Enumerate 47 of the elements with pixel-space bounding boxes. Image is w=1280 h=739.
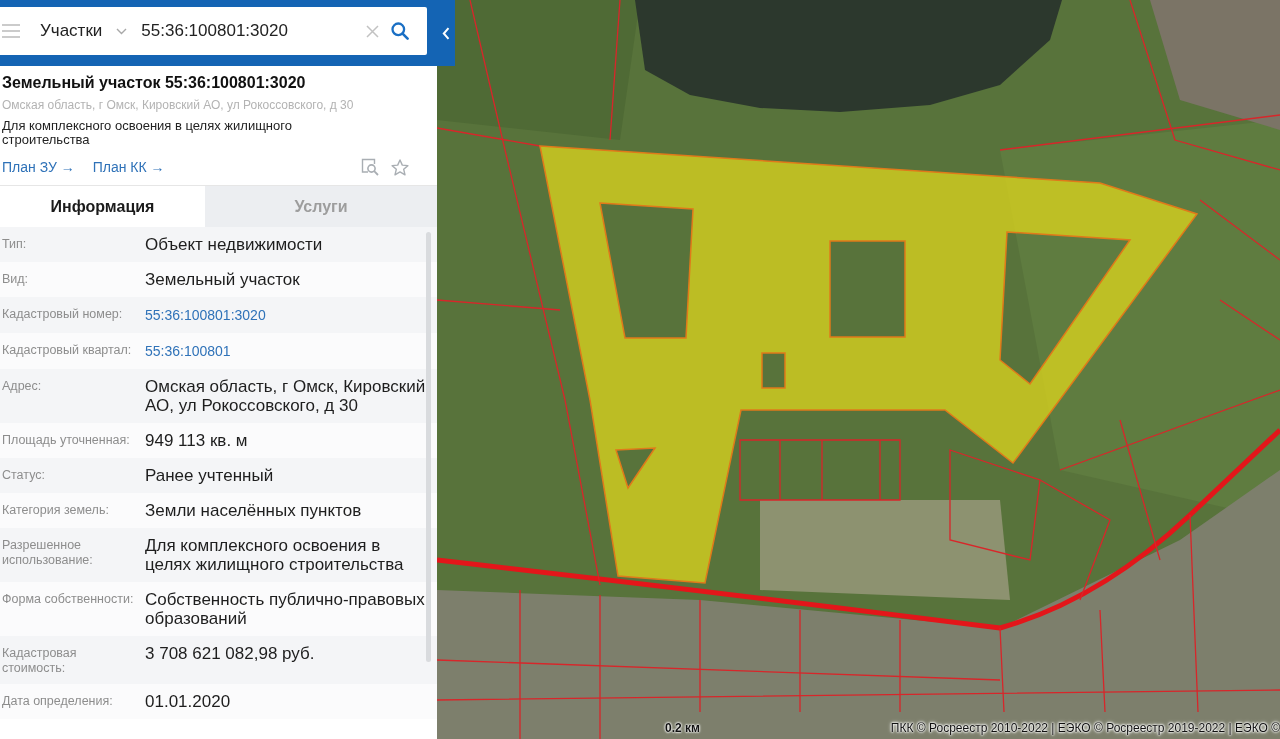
- field-value: Омская область, г Омск, Кировский АО, ул Рокоссовского, д 30: [145, 377, 426, 415]
- field-value: 3 708 621 082,98 руб.: [145, 644, 315, 663]
- field-value: Земли населённых пунктов: [145, 501, 362, 520]
- plan-link[interactable]: План ЗУ →: [2, 156, 75, 178]
- field-label: Вид:: [2, 271, 30, 288]
- search-button[interactable]: [391, 22, 409, 40]
- field-label: Адрес:: [2, 378, 43, 395]
- field-label: Разрешенное использование:: [2, 537, 94, 569]
- field-value: Собственность публично-правовых образований: [145, 590, 425, 628]
- cadastral-number-link[interactable]: 55:36:100801: [145, 343, 231, 359]
- field-label: Тип:: [2, 236, 28, 253]
- field-label: Кадастровая стоимость:: [2, 645, 78, 676]
- map-attribution: ПКК © Росреестр 2010-2022 | ЕЭКО © Росреестр 2019-2022 | ЕЭКО ©: [890, 720, 1280, 737]
- chevron-down-icon: [116, 27, 128, 35]
- search-bar[interactable]: Участки 55:36:100801:3020: [0, 7, 427, 55]
- layer-select[interactable]: Участки: [40, 18, 128, 44]
- menu-button[interactable]: [2, 24, 20, 38]
- field-value: Объект недвижимости: [145, 235, 323, 254]
- field-value: Для комплексного освоения в целях жилищного строительства: [145, 536, 404, 574]
- field-label: Статус:: [2, 467, 46, 484]
- field-label: Форма собственности:: [2, 591, 135, 608]
- field-label: Кадастровый квартал:: [2, 342, 133, 359]
- map-scale-label: 0.2 км: [665, 720, 700, 737]
- field-value: Земельный участок: [145, 270, 300, 289]
- find-on-map-button[interactable]: [361, 158, 379, 176]
- field-label: Категория земель:: [2, 502, 110, 519]
- favorite-button[interactable]: [391, 158, 409, 176]
- cadastral-number-link[interactable]: 55:36:100801:3020: [145, 307, 266, 323]
- field-value: Ранее учтенный: [145, 466, 274, 485]
- field-value: 949 113 кв. м: [145, 431, 248, 450]
- scrollbar[interactable]: [426, 232, 431, 662]
- chevron-left-icon: [442, 26, 450, 40]
- field-label: Дата определения:: [2, 693, 114, 710]
- field-value: 01.01.2020: [145, 692, 231, 711]
- object-address: Омская область, г Омск, Кировский АО, ул Рокоссовского, д 30: [2, 98, 355, 113]
- close-icon: [366, 24, 379, 38]
- menu-icon: [2, 24, 20, 38]
- document-search-icon: [361, 158, 379, 176]
- star-icon: [391, 158, 409, 176]
- object-title: Земельный участок 55:36:100801:3020: [2, 73, 307, 93]
- object-purpose: Для комплексного освоения в целях жилищного строительства: [2, 119, 293, 147]
- plan-link[interactable]: План КК →: [92, 156, 165, 178]
- collapse-panel-button[interactable]: [437, 0, 455, 66]
- field-label: Кадастровый номер:: [2, 306, 124, 323]
- search-icon: [391, 22, 409, 40]
- clear-button[interactable]: [366, 24, 379, 38]
- field-label: Площадь уточненная:: [2, 432, 131, 449]
